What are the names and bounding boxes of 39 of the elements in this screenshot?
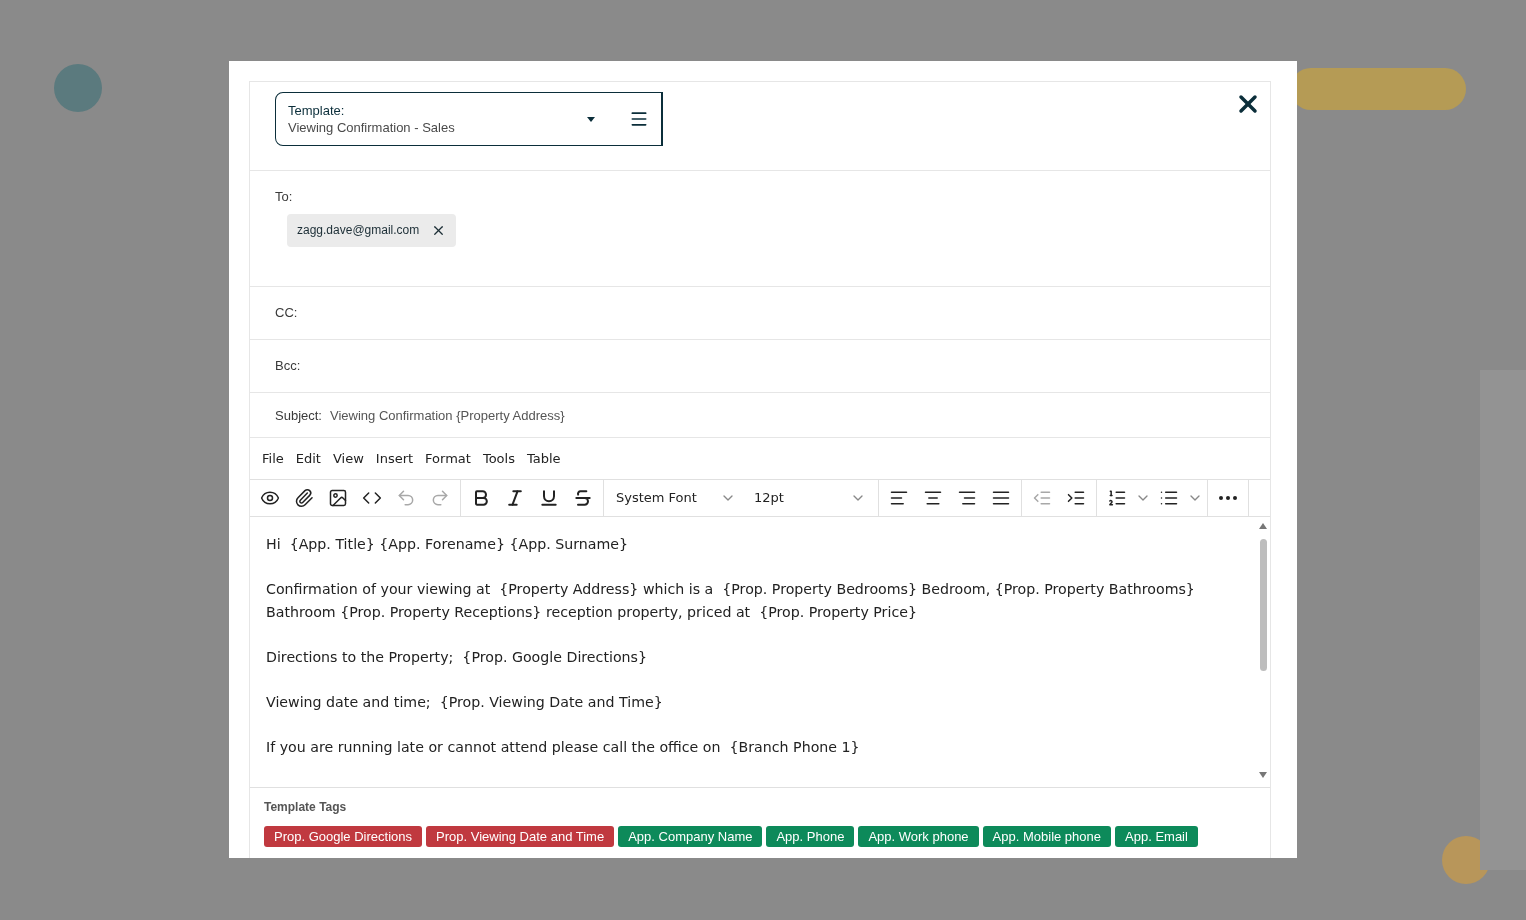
menu-item[interactable]: Table (520, 450, 567, 466)
body-paragraph: Directions to the Property; {Prop. Google Directions} (266, 647, 648, 667)
template-value: Viewing Confirmation - Sales (288, 120, 456, 135)
strikethrough-icon (573, 487, 593, 508)
menu-icon[interactable] (629, 109, 649, 129)
template-label: Template: (288, 103, 346, 118)
cc-label: CC: (275, 305, 298, 321)
template-tag[interactable]: Prop. Viewing Date and Time (426, 826, 615, 847)
menu-item[interactable]: Edit (289, 450, 327, 466)
template-tag[interactable]: Prop. Google Directions (264, 826, 422, 847)
template-tags-title: Template Tags (264, 800, 348, 814)
body-paragraph: Viewing date and time; {Prop. Viewing Date and Time} (266, 692, 664, 712)
paperclip-icon (294, 487, 314, 508)
menu-item[interactable]: File (256, 450, 290, 466)
italic-icon (505, 487, 525, 508)
template-tag[interactable]: App. Mobile phone (982, 826, 1112, 847)
underline-icon (539, 487, 559, 508)
bcc-label: Bcc: (275, 358, 301, 374)
menu-item[interactable]: Insert (369, 450, 420, 466)
template-tag[interactable]: App. Work phone (858, 826, 979, 847)
image-icon (328, 487, 348, 508)
recipient-email: zagg.dave@gmail.com (297, 223, 420, 238)
template-select[interactable]: Template: Viewing Confirmation - Sales (275, 92, 663, 146)
subject-label: Subject: (275, 407, 322, 423)
body-paragraph: Hi {App. Title} {App. Forename} {App. Surname} (266, 535, 630, 554)
menu-item[interactable]: Format (419, 450, 477, 466)
template-tag[interactable]: App. Phone (766, 826, 855, 847)
to-label: To: (275, 188, 294, 204)
template-tag[interactable]: App. Company Name (618, 826, 763, 847)
body-paragraph: If you are running late or cannot attend please call the office on {Branch Phone 1} (266, 737, 861, 757)
caret-icon (587, 116, 595, 122)
subject-field[interactable]: Viewing Confirmation {Property Address} (330, 407, 565, 423)
font-family-dropdown[interactable]: System Font (608, 482, 744, 513)
menu-item[interactable]: View (326, 450, 370, 466)
font-size-dropdown[interactable]: 12pt (746, 482, 874, 513)
more-icon (1219, 495, 1237, 500)
body-paragraph: Confirmation of your viewing at {Property Address} which is a {Prop. Property Bedrooms} Bedroom, {Prop. Property Bathrooms} Bathroom {Prop. Property Receptions} reception property, priced at {Prop. Property Price} (266, 580, 1196, 622)
template-tag[interactable]: App. Email (1115, 826, 1198, 847)
menu-item[interactable]: Tools (476, 450, 521, 466)
